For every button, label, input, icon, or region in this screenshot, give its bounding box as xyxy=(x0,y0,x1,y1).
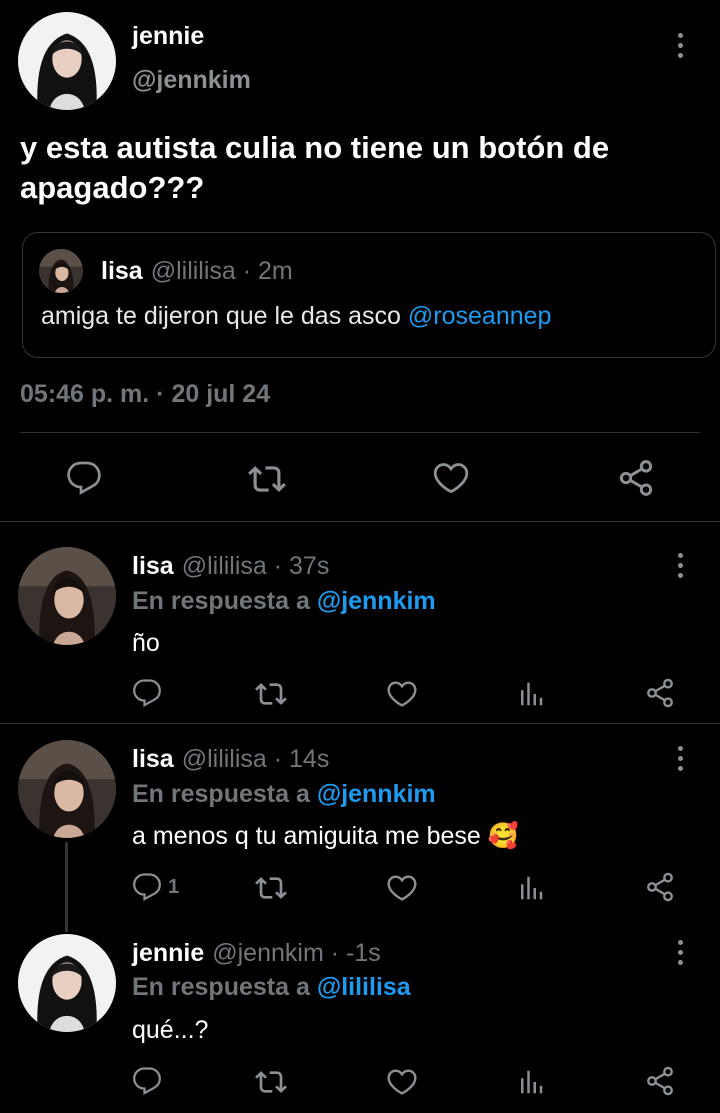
tweet-actions xyxy=(0,452,720,502)
more-icon[interactable] xyxy=(670,937,690,967)
emoji: 🥰 xyxy=(487,822,519,850)
quote-time: 2m xyxy=(258,257,293,285)
separator: · xyxy=(266,552,290,580)
retweet-icon xyxy=(255,678,287,710)
reply-context: En respuesta a @lililisa xyxy=(132,973,411,1002)
quote-author-handle: @lililisa xyxy=(150,257,236,285)
avatar[interactable] xyxy=(18,934,116,1032)
share-icon xyxy=(644,1065,676,1097)
retweet-button[interactable] xyxy=(255,678,287,710)
reply-prefix: En respuesta a xyxy=(132,587,317,615)
quote-body: amiga te dijeron que le das asco xyxy=(41,302,408,330)
separator: · xyxy=(323,939,346,967)
like-icon xyxy=(386,872,418,904)
quote-author-name: lisa xyxy=(101,257,143,285)
share-button[interactable] xyxy=(644,871,676,903)
more-icon[interactable] xyxy=(670,30,690,60)
retweet-icon xyxy=(255,1066,287,1098)
share-icon xyxy=(644,677,676,709)
author-handle[interactable]: @lililisa xyxy=(182,745,267,773)
reply-time: -1s xyxy=(346,939,381,967)
thread-line xyxy=(65,842,68,932)
reply-time: 14s xyxy=(289,745,330,773)
like-button[interactable] xyxy=(386,678,418,710)
reply-text: qué...? xyxy=(132,1016,209,1044)
like-button[interactable] xyxy=(432,459,470,497)
more-icon[interactable] xyxy=(670,550,690,580)
reply-button[interactable] xyxy=(132,1066,168,1096)
author-handle[interactable]: @jennkim xyxy=(212,939,324,967)
retweet-button[interactable] xyxy=(255,872,287,904)
more-icon[interactable] xyxy=(670,743,690,773)
share-button[interactable] xyxy=(644,677,676,709)
like-button[interactable] xyxy=(386,872,418,904)
quote-tweet[interactable]: lisa @lililisa · 2m amiga te dijeron que … xyxy=(22,232,716,358)
mention-link[interactable]: @lililisa xyxy=(317,973,411,1001)
reply-text: a menos q tu amiguita me bese 🥰 xyxy=(132,822,519,851)
views-icon xyxy=(516,1067,546,1097)
like-icon xyxy=(386,1066,418,1098)
like-icon xyxy=(432,459,470,497)
tweet-text: y esta autista culia no tiene un botón d… xyxy=(20,130,610,205)
share-icon xyxy=(616,458,656,498)
quote-header: lisa @lililisa · 2m xyxy=(101,257,293,286)
reply-text: ño xyxy=(132,629,160,657)
views-button[interactable] xyxy=(516,873,546,903)
reply-header: jennie @jennkim · -1s xyxy=(132,939,381,968)
reply-button[interactable]: 1 xyxy=(132,872,179,902)
author-name[interactable]: lisa xyxy=(132,552,174,580)
avatar[interactable] xyxy=(18,740,116,838)
mention-link[interactable]: @jennkim xyxy=(317,587,436,615)
reply-prefix: En respuesta a xyxy=(132,973,317,1001)
retweet-icon xyxy=(248,460,286,498)
reply-context: En respuesta a @jennkim xyxy=(132,587,436,616)
views-button[interactable] xyxy=(516,1067,546,1097)
reply-time: 37s xyxy=(289,552,330,580)
author-name[interactable]: lisa xyxy=(132,745,174,773)
retweet-button[interactable] xyxy=(255,1066,287,1098)
reply-icon xyxy=(66,460,102,496)
reply-icon xyxy=(132,872,162,902)
avatar[interactable] xyxy=(18,12,116,110)
views-icon xyxy=(516,873,546,903)
divider xyxy=(0,521,720,522)
reply-button[interactable] xyxy=(66,460,102,496)
mention-link[interactable]: @roseannep xyxy=(408,302,552,330)
like-button[interactable] xyxy=(386,1066,418,1098)
views-icon xyxy=(516,679,546,709)
separator: · xyxy=(235,257,259,285)
divider xyxy=(20,432,700,433)
divider xyxy=(0,723,720,724)
reply-button[interactable] xyxy=(132,678,168,708)
author-handle[interactable]: @lililisa xyxy=(182,552,267,580)
author-handle[interactable]: @jennkim xyxy=(132,66,251,95)
reply-icon xyxy=(132,678,162,708)
retweet-icon xyxy=(255,872,287,904)
share-button[interactable] xyxy=(616,458,656,498)
reply-header: lisa @lililisa · 14s xyxy=(132,745,329,774)
mention-link[interactable]: @jennkim xyxy=(317,780,436,808)
retweet-button[interactable] xyxy=(248,460,286,498)
reply-body: a menos q tu amiguita me bese xyxy=(132,822,488,850)
share-icon xyxy=(644,871,676,903)
avatar xyxy=(39,249,83,293)
reply-count: 1 xyxy=(168,875,180,898)
like-icon xyxy=(386,678,418,710)
reply-header: lisa @lililisa · 37s xyxy=(132,552,329,581)
reply-icon xyxy=(132,1066,162,1096)
author-name[interactable]: jennie xyxy=(132,939,204,967)
reply-prefix: En respuesta a xyxy=(132,780,317,808)
separator: · xyxy=(266,745,290,773)
reply-context: En respuesta a @jennkim xyxy=(132,780,436,809)
quote-text: amiga te dijeron que le das asco @rosean… xyxy=(41,302,551,331)
avatar[interactable] xyxy=(18,547,116,645)
author-name[interactable]: jennie xyxy=(132,22,204,51)
tweet-timestamp[interactable]: 05:46 p. m. · 20 jul 24 xyxy=(20,380,270,409)
share-button[interactable] xyxy=(644,1065,676,1097)
views-button[interactable] xyxy=(516,679,546,709)
